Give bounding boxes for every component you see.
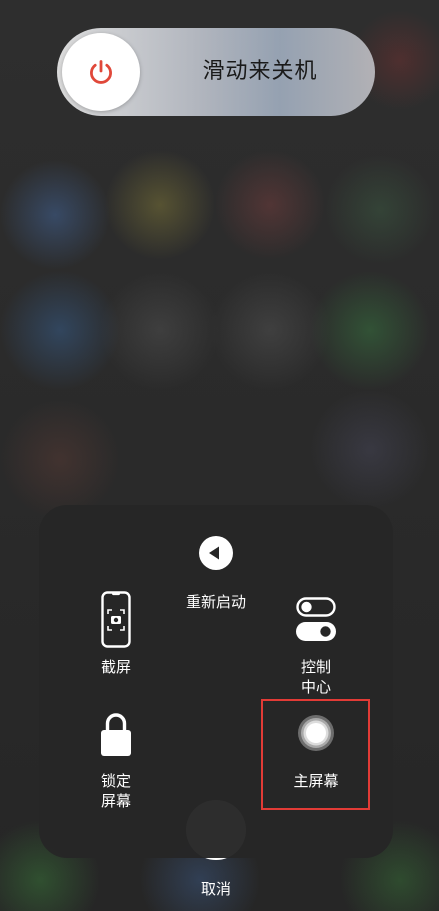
cancel-label: 取消 bbox=[200, 880, 231, 898]
toggles-icon bbox=[296, 597, 336, 641]
slide-to-power-off-label: 滑动来关机 bbox=[202, 59, 318, 84]
highlight-box bbox=[261, 699, 370, 810]
control-center-label-line1: 控制 bbox=[300, 658, 331, 676]
control-center-button[interactable]: 控制 中心 bbox=[270, 592, 362, 698]
screenshot-button[interactable]: 截屏 bbox=[70, 588, 162, 680]
restart-label: 重新启动 bbox=[185, 593, 246, 611]
power-slider-knob[interactable] bbox=[62, 33, 140, 111]
restart-button[interactable]: 重新启动 bbox=[170, 530, 262, 620]
lock-icon bbox=[101, 713, 131, 756]
power-icon bbox=[90, 60, 112, 84]
control-center-label-line2: 中心 bbox=[300, 678, 331, 696]
lock-screen-button[interactable]: 锁定 屏幕 bbox=[70, 706, 162, 812]
lock-screen-label-line1: 锁定 bbox=[100, 772, 131, 790]
screenshot-label: 截屏 bbox=[100, 658, 131, 676]
phone-screenshot-icon bbox=[101, 591, 131, 648]
left-arrow-circle-icon bbox=[199, 536, 233, 570]
lock-screen-label-line2: 屏幕 bbox=[100, 792, 131, 810]
power-off-slider[interactable]: 滑动来关机 bbox=[57, 28, 375, 116]
